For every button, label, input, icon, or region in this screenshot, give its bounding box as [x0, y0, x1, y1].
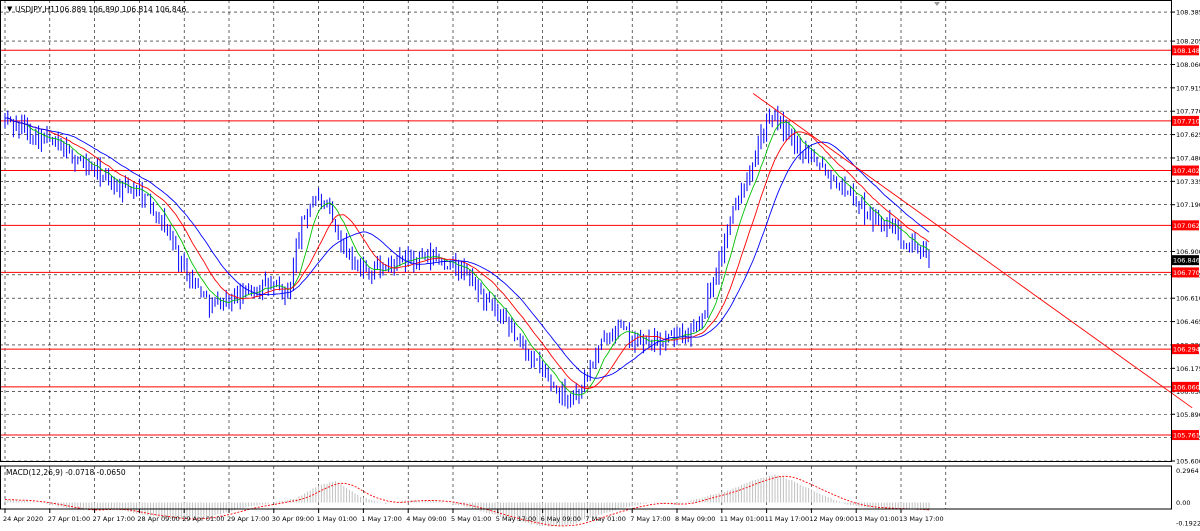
- level-price-label: 105.761: [1173, 432, 1200, 440]
- x-tick-label: 4 May 09:00: [406, 515, 446, 523]
- macd-y-tick-label: 0.2964: [1176, 467, 1199, 475]
- chart-window: 108.385 108.205 108.060 107.915 107.770 107.6…: [0, 0, 1200, 528]
- x-tick-label: 12 May 09:00: [809, 515, 854, 523]
- x-tick-label: 5 May 17:00: [496, 515, 536, 523]
- y-tick-label: 106.465: [1176, 318, 1200, 326]
- x-tick-label: 30 Apr 09:00: [272, 515, 314, 523]
- symbol-label: USDJPY,H1: [15, 5, 55, 14]
- y-tick-label: 106.610: [1176, 295, 1200, 303]
- level-price-label: 107.062: [1173, 222, 1200, 230]
- y-tick-label: 107.335: [1176, 178, 1200, 186]
- level-price-label: 107.402: [1173, 167, 1200, 175]
- x-tick-label: 11 May 17:00: [765, 515, 810, 523]
- x-tick-label: 27 Apr 17:00: [93, 515, 135, 523]
- y-tick-label: 106.900: [1176, 248, 1200, 256]
- current-price-label: 106.846: [1173, 257, 1200, 265]
- x-tick-label: 13 May 01:00: [854, 515, 899, 523]
- x-tick-label: 13 May 17:00: [899, 515, 944, 523]
- level-price-label: 106.770: [1173, 269, 1200, 277]
- y-tick-label: 107.625: [1176, 131, 1200, 139]
- chart-canvas: 108.385 108.205 108.060 107.915 107.770 107.6…: [0, 0, 1200, 528]
- macd-y-tick-label: -0.1922: [1176, 520, 1200, 527]
- y-tick-label: 108.205: [1176, 38, 1200, 46]
- y-tick-label: 107.480: [1176, 154, 1200, 162]
- y-tick-label: 107.915: [1176, 84, 1200, 92]
- macd-label: MACD(12,26,9) -0.0718 -0.0650: [6, 468, 126, 477]
- x-tick-label: 28 Apr 09:00: [137, 515, 179, 523]
- x-tick-label: 8 May 09:00: [675, 515, 715, 523]
- x-tick-label: 5 May 01:00: [451, 515, 491, 523]
- symbol-menu-icon[interactable]: ▼: [7, 5, 13, 13]
- y-tick-label: 107.770: [1176, 108, 1200, 116]
- x-tick-label: 7 May 17:00: [630, 515, 670, 523]
- y-tick-label: 105.600: [1176, 458, 1200, 466]
- x-tick-label: 1 May 01:00: [317, 515, 357, 523]
- level-price-label: 108.148: [1173, 47, 1200, 55]
- y-tick-label: 105.890: [1176, 411, 1200, 419]
- y-tick-label: 107.190: [1176, 201, 1200, 209]
- x-tick-label: 29 Apr 17:00: [227, 515, 269, 523]
- x-tick-label: 11 May 01:00: [720, 515, 765, 523]
- macd-y-tick-label: 0.00: [1176, 499, 1190, 507]
- level-price-label: 106.294: [1173, 346, 1200, 354]
- x-tick-label: 7 May 01:00: [585, 515, 625, 523]
- x-tick-label: 29 Apr 01:00: [182, 515, 224, 523]
- y-tick-label: 106.175: [1176, 365, 1200, 373]
- level-price-label: 107.710: [1173, 117, 1200, 125]
- x-tick-label: 1 May 17:00: [361, 515, 401, 523]
- ohlc-readout: 106.889 106.890 106.814 106.846: [55, 5, 186, 14]
- y-tick-label: 108.060: [1176, 61, 1200, 69]
- x-tick-label: 24 Apr 2020: [3, 515, 43, 523]
- level-price-label: 106.060: [1173, 383, 1200, 391]
- x-tick-label: 27 Apr 01:00: [48, 515, 90, 523]
- x-tick-label: 6 May 09:00: [541, 515, 581, 523]
- y-tick-label: 108.385: [1176, 9, 1200, 17]
